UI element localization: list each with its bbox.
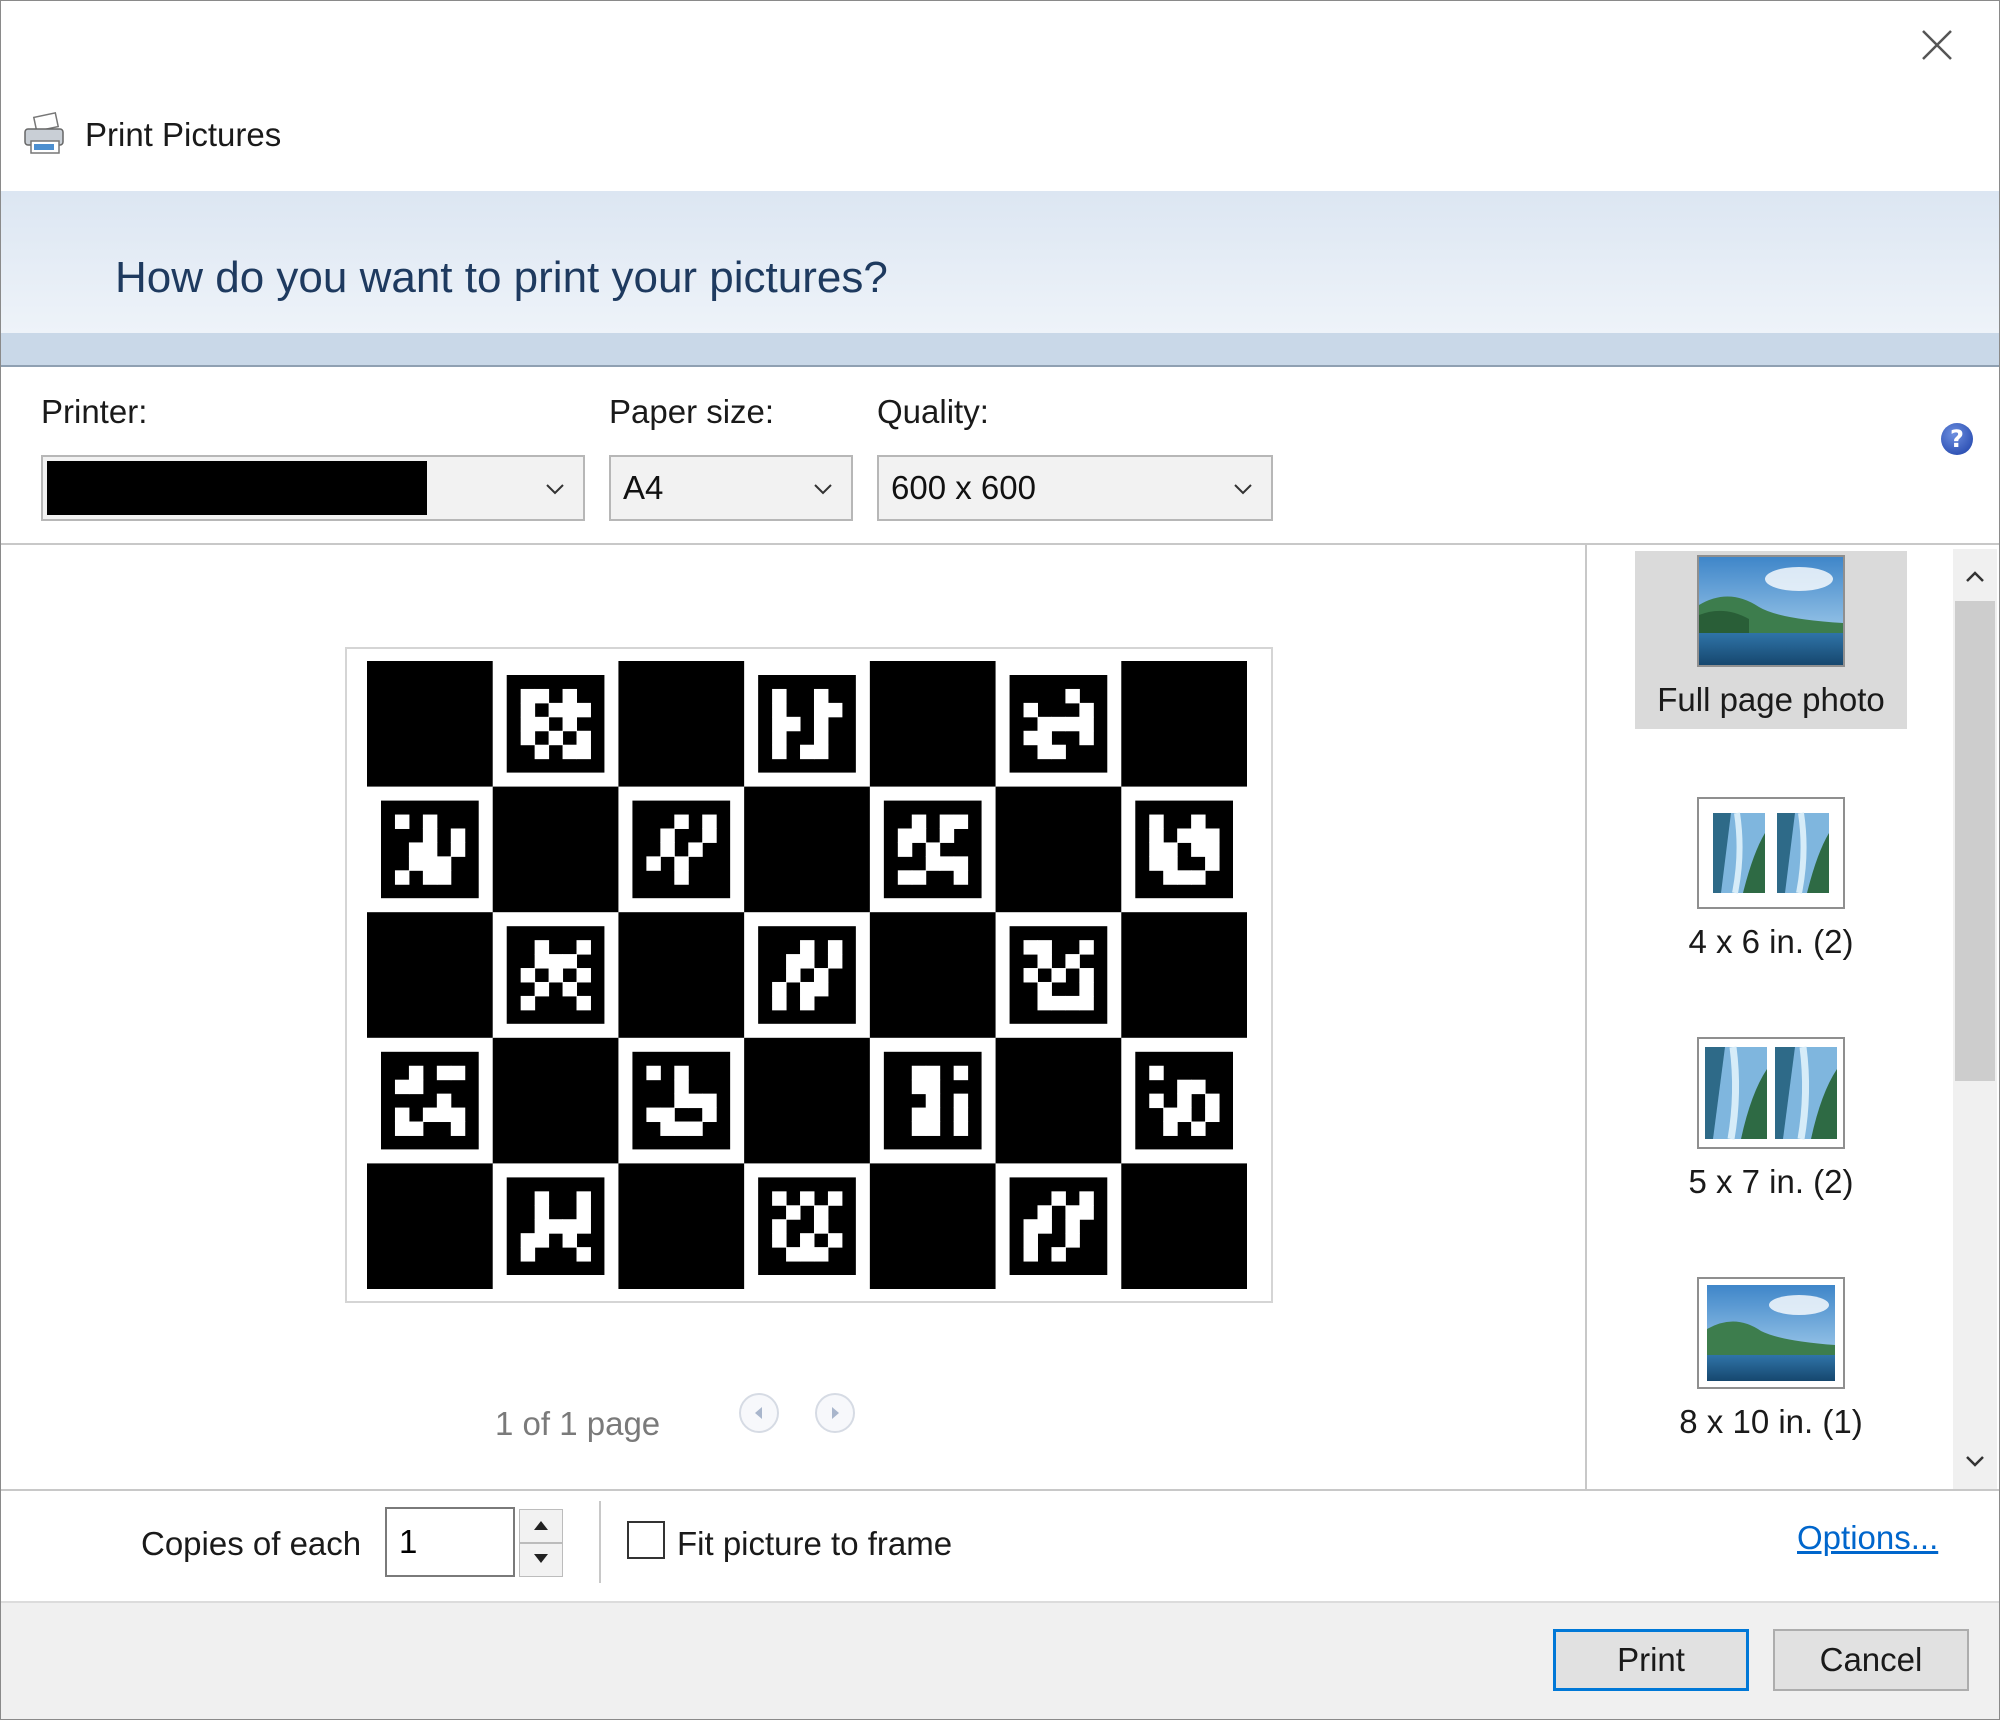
landscape-thumbnail — [1697, 1277, 1845, 1389]
chevron-down-icon — [814, 484, 832, 495]
quality-select[interactable]: 600 x 600 — [877, 455, 1273, 521]
divider — [599, 1501, 601, 1583]
two-portraits-thumbnail — [1697, 797, 1845, 909]
layout-label: 8 x 10 in. (1) — [1679, 1403, 1863, 1440]
quality-value: 600 x 600 — [891, 469, 1036, 506]
printer-icon — [21, 111, 69, 159]
triangle-down-icon — [534, 1554, 548, 1563]
help-icon[interactable]: ? — [1941, 423, 1973, 455]
copies-increment-button[interactable] — [519, 1509, 563, 1543]
scrollbar-thumb[interactable] — [1955, 601, 1995, 1081]
chevron-down-icon[interactable] — [1963, 1449, 1987, 1473]
cancel-button[interactable]: Cancel — [1773, 1629, 1969, 1691]
copies-label: Copies of each — [141, 1525, 362, 1562]
fit-to-frame-checkbox[interactable] — [627, 1521, 665, 1559]
layout-scrollbar[interactable] — [1953, 549, 1997, 1489]
arrow-right-icon — [832, 1407, 839, 1419]
layout-label: 4 x 6 in. (2) — [1688, 923, 1854, 960]
layout-label: 5 x 7 in. (2) — [1688, 1163, 1854, 1200]
next-page-button[interactable] — [815, 1393, 855, 1433]
layout-list: Full page photo 4 x 6 in. (2) 5 x 7 in. … — [1587, 547, 1953, 1491]
layout-4x6[interactable]: 4 x 6 in. (2) — [1635, 797, 1907, 975]
window-title: Print Pictures — [85, 116, 282, 153]
options-link[interactable]: Options... — [1797, 1519, 1938, 1557]
page-title: How do you want to print your pictures? — [115, 253, 888, 302]
copies-input[interactable]: 1 — [385, 1507, 515, 1577]
close-icon[interactable] — [1919, 27, 1955, 63]
divider — [1, 365, 1999, 367]
printer-label: Printer: — [41, 393, 148, 430]
layout-5x7[interactable]: 5 x 7 in. (2) — [1635, 1037, 1907, 1215]
layout-8x10[interactable]: 8 x 10 in. (1) — [1635, 1277, 1907, 1455]
arrow-left-icon — [755, 1407, 762, 1419]
preview-image — [367, 661, 1247, 1289]
divider — [1, 543, 1999, 545]
title-bar: Print Pictures — [21, 105, 281, 165]
layout-full-page-photo[interactable]: Full page photo — [1635, 551, 1907, 729]
copies-decrement-button[interactable] — [519, 1543, 563, 1577]
paper-size-select[interactable]: A4 — [609, 455, 853, 521]
chevron-down-icon — [546, 484, 564, 495]
triangle-up-icon — [534, 1521, 548, 1530]
copies-value: 1 — [399, 1523, 418, 1560]
paper-size-label: Paper size: — [609, 393, 775, 430]
divider — [1, 1489, 1999, 1491]
layout-label: Full page photo — [1657, 681, 1885, 718]
printer-select[interactable] — [41, 455, 585, 521]
print-preview — [345, 647, 1273, 1303]
print-pictures-dialog: Print Pictures How do you want to print … — [0, 0, 2000, 1720]
redacted-printer-name — [47, 461, 427, 515]
print-button[interactable]: Print — [1553, 1629, 1749, 1691]
chevron-down-icon — [1234, 484, 1252, 495]
previous-page-button[interactable] — [739, 1393, 779, 1433]
chevron-up-icon[interactable] — [1963, 565, 1987, 589]
fit-to-frame-label[interactable]: Fit picture to frame — [677, 1525, 952, 1563]
two-portraits-thumbnail — [1697, 1037, 1845, 1149]
paper-size-value: A4 — [623, 469, 664, 506]
header-strip — [1, 333, 1999, 365]
landscape-thumbnail — [1697, 555, 1845, 667]
quality-label: Quality: — [877, 393, 989, 430]
page-indicator: 1 of 1 page — [495, 1405, 661, 1442]
